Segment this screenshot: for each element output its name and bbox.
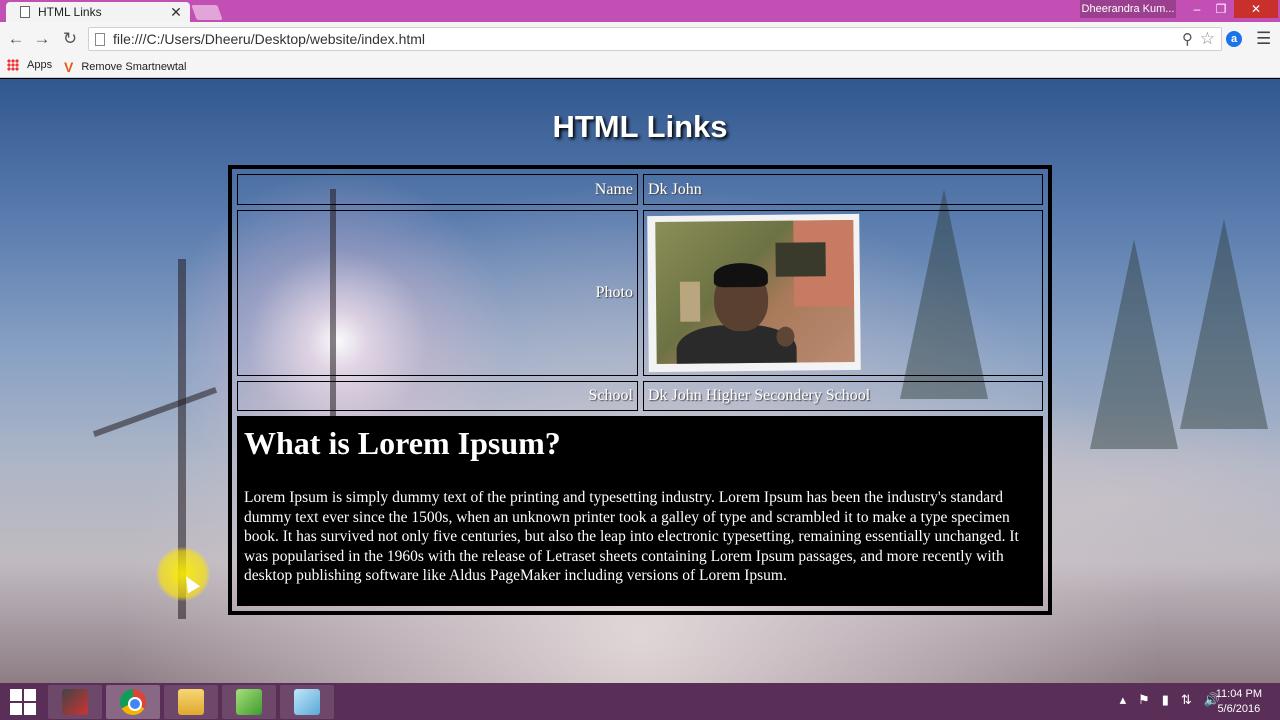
zoom-icon[interactable]: ⚲ <box>1182 30 1193 48</box>
clock[interactable]: 11:04 PM 5/6/2016 <box>1216 687 1262 717</box>
chrome-icon <box>120 689 146 715</box>
table-row: What is Lorem Ipsum? Lorem Ipsum is simp… <box>237 416 1043 606</box>
taskbar-media-app[interactable] <box>48 685 102 719</box>
address-bar[interactable]: file:///C:/Users/Dheeru/Desktop/website/… <box>88 27 1222 51</box>
page-title: HTML Links <box>552 109 728 144</box>
photo-frame <box>679 281 701 322</box>
back-arrow-icon[interactable]: ← <box>6 29 26 49</box>
bookmark-remove-smartnewtab[interactable]: V Remove Smartnewtal <box>64 59 187 75</box>
restore-button[interactable]: ❐ <box>1208 0 1234 18</box>
close-window-button[interactable]: ✕ <box>1234 0 1278 18</box>
photo-cell <box>643 210 1043 376</box>
reload-icon[interactable]: ↻ <box>60 29 80 49</box>
taskbar: ▴ ⚑ ▮ ⇅ 🔊 11:04 PM 5/6/2016 <box>0 683 1280 720</box>
bookmark-apps[interactable]: Apps <box>7 59 52 71</box>
pine-tree <box>1090 239 1178 449</box>
browser-tab[interactable]: HTML Links ✕ <box>6 2 190 22</box>
minimize-button[interactable]: – <box>1184 0 1210 18</box>
clock-time: 11:04 PM <box>1215 688 1262 700</box>
taskbar-notepad[interactable] <box>280 685 334 719</box>
name-label: Name <box>237 174 638 205</box>
bookmark-label: Remove Smartnewtal <box>81 61 187 73</box>
photo-image <box>655 219 855 365</box>
pine-tree <box>1180 219 1268 429</box>
school-label: School <box>237 381 638 411</box>
profile-table: Name Dk John Photo School Dk John Higher… <box>228 165 1052 615</box>
profile-button[interactable]: Dheerandra Kum... <box>1080 0 1176 18</box>
browser-toolbar: ← → ↻ file:///C:/Users/Dheeru/Desktop/we… <box>0 22 1280 56</box>
windows-start-icon[interactable] <box>8 687 38 717</box>
bookmark-label: Apps <box>27 59 53 71</box>
notepad-icon <box>294 689 320 715</box>
page-content: HTML Links Name Dk John Photo School Dk … <box>0 79 1280 683</box>
url-text[interactable]: file:///C:/Users/Dheeru/Desktop/website/… <box>113 31 425 47</box>
network-icon[interactable]: ⇅ <box>1181 692 1192 708</box>
taskbar-file-explorer[interactable] <box>164 685 218 719</box>
table-row: School Dk John Higher Secondery School <box>237 381 1043 411</box>
table-row: Photo <box>237 210 1043 376</box>
photo-label: Photo <box>237 210 638 376</box>
folder-icon <box>178 689 204 715</box>
media-app-icon <box>62 689 88 715</box>
close-tab-icon[interactable]: ✕ <box>168 4 184 21</box>
menu-icon[interactable]: ☰ <box>1256 29 1271 49</box>
article-cell: What is Lorem Ipsum? Lorem Ipsum is simp… <box>237 416 1043 606</box>
bookmarks-bar: Apps V Remove Smartnewtal <box>0 56 1280 78</box>
profile-photo <box>647 213 861 373</box>
forward-arrow-icon[interactable]: → <box>32 29 52 49</box>
taskbar-chrome[interactable] <box>106 685 160 719</box>
cursor-highlight <box>156 547 210 601</box>
notepad-plus-icon <box>236 689 262 715</box>
page-icon <box>95 33 105 46</box>
tree-branch <box>92 386 218 438</box>
photo-person-hair <box>713 262 768 288</box>
article-title: What is Lorem Ipsum? <box>244 425 561 461</box>
bookmark-star-icon[interactable]: ☆ <box>1200 29 1215 49</box>
table-row: Name Dk John <box>237 174 1043 205</box>
v-logo-icon: V <box>64 59 74 75</box>
clock-date: 5/6/2016 <box>1217 703 1261 715</box>
photo-background-person <box>776 326 795 347</box>
tray-expand-icon[interactable]: ▴ <box>1120 692 1127 708</box>
article-text: Lorem Ipsum is simply dummy text of the … <box>244 489 1019 585</box>
apps-grid-icon <box>7 59 19 71</box>
tab-title: HTML Links <box>38 5 102 19</box>
new-tab-button[interactable] <box>191 5 223 20</box>
browser-title-bar: HTML Links ✕ Dheerandra Kum... – ❐ ✕ <box>0 0 1280 22</box>
school-value: Dk John Higher Secondery School <box>643 381 1043 411</box>
extension-icon[interactable]: a <box>1226 31 1242 47</box>
name-value: Dk John <box>643 174 1043 205</box>
battery-icon[interactable]: ▮ <box>1162 692 1169 708</box>
taskbar-notepad-plus[interactable] <box>222 685 276 719</box>
flag-icon[interactable]: ⚑ <box>1138 692 1150 708</box>
page-icon <box>20 6 30 18</box>
system-tray: ▴ ⚑ ▮ ⇅ 🔊 <box>1120 692 1220 708</box>
photo-shelf <box>775 242 826 277</box>
